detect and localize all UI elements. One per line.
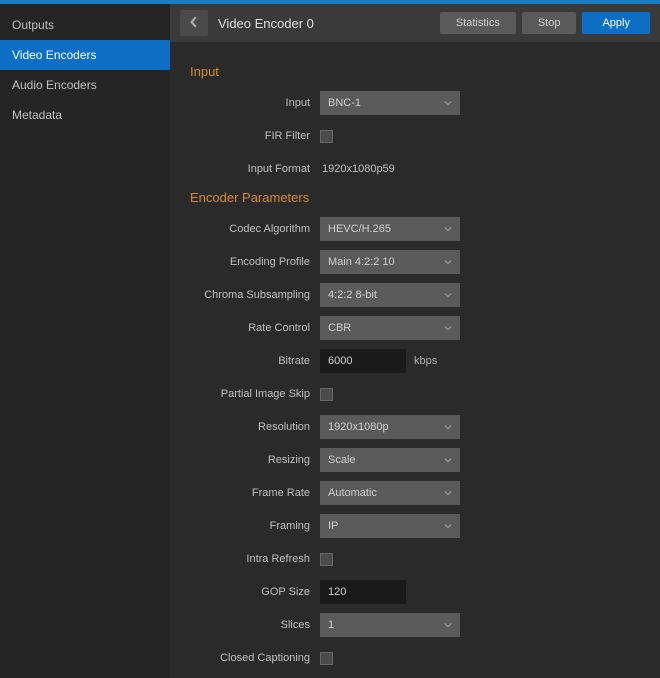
back-button[interactable]: [180, 10, 208, 36]
stop-button[interactable]: Stop: [522, 12, 577, 34]
resize-select[interactable]: Scale: [320, 448, 460, 472]
caret-down-icon: [444, 423, 452, 431]
caret-down-icon: [444, 621, 452, 629]
rate-value: CBR: [328, 322, 436, 334]
slices-label: Slices: [190, 619, 320, 631]
fir-checkbox[interactable]: [320, 130, 333, 143]
fir-label: FIR Filter: [190, 130, 320, 142]
format-value: 1920x1080p59: [320, 163, 395, 175]
sidebar-item-audio-encoders[interactable]: Audio Encoders: [0, 70, 170, 100]
sidebar-item-outputs[interactable]: Outputs: [0, 10, 170, 40]
bitrate-unit: kbps: [414, 355, 437, 367]
codec-value: HEVC/H.265: [328, 223, 436, 235]
caret-down-icon: [444, 225, 452, 233]
res-value: 1920x1080p: [328, 421, 436, 433]
skip-checkbox[interactable]: [320, 388, 333, 401]
section-input-title: Input: [190, 64, 640, 79]
fps-value: Automatic: [328, 487, 436, 499]
fps-label: Frame Rate: [190, 487, 320, 499]
intra-label: Intra Refresh: [190, 553, 320, 565]
bitrate-input[interactable]: [320, 349, 406, 373]
chevron-left-icon: [188, 16, 200, 31]
fps-select[interactable]: Automatic: [320, 481, 460, 505]
resize-value: Scale: [328, 454, 436, 466]
caret-down-icon: [444, 258, 452, 266]
page-title: Video Encoder 0: [218, 16, 430, 31]
apply-button[interactable]: Apply: [582, 12, 650, 34]
sidebar-item-video-encoders[interactable]: Video Encoders: [0, 40, 170, 70]
caret-down-icon: [444, 456, 452, 464]
gop-label: GOP Size: [190, 586, 320, 598]
chroma-select[interactable]: 4:2:2 8-bit: [320, 283, 460, 307]
codec-label: Codec Algorithm: [190, 223, 320, 235]
chroma-label: Chroma Subsampling: [190, 289, 320, 301]
res-label: Resolution: [190, 421, 320, 433]
framing-value: IP: [328, 520, 436, 532]
main-panel: Video Encoder 0 Statistics Stop Apply In…: [170, 4, 660, 678]
profile-value: Main 4:2:2 10: [328, 256, 436, 268]
caret-down-icon: [444, 324, 452, 332]
resize-label: Resizing: [190, 454, 320, 466]
slices-select[interactable]: 1: [320, 613, 460, 637]
framing-label: Framing: [190, 520, 320, 532]
intra-checkbox[interactable]: [320, 553, 333, 566]
rate-select[interactable]: CBR: [320, 316, 460, 340]
input-select[interactable]: BNC-1: [320, 91, 460, 115]
content-area: Input Input BNC-1 FIR Filter Input Forma…: [170, 42, 660, 678]
input-select-value: BNC-1: [328, 97, 436, 109]
codec-select[interactable]: HEVC/H.265: [320, 217, 460, 241]
sidebar: Outputs Video Encoders Audio Encoders Me…: [0, 4, 170, 678]
caret-down-icon: [444, 291, 452, 299]
cc-label: Closed Captioning: [190, 652, 320, 664]
format-label: Input Format: [190, 163, 320, 175]
statistics-button[interactable]: Statistics: [440, 12, 516, 34]
chroma-value: 4:2:2 8-bit: [328, 289, 436, 301]
profile-label: Encoding Profile: [190, 256, 320, 268]
header-bar: Video Encoder 0 Statistics Stop Apply: [170, 4, 660, 42]
section-encoder-title: Encoder Parameters: [190, 190, 640, 205]
resolution-select[interactable]: 1920x1080p: [320, 415, 460, 439]
cc-checkbox[interactable]: [320, 652, 333, 665]
bitrate-label: Bitrate: [190, 355, 320, 367]
sidebar-item-metadata[interactable]: Metadata: [0, 100, 170, 130]
caret-down-icon: [444, 489, 452, 497]
caret-down-icon: [444, 99, 452, 107]
profile-select[interactable]: Main 4:2:2 10: [320, 250, 460, 274]
skip-label: Partial Image Skip: [190, 388, 320, 400]
gop-input[interactable]: [320, 580, 406, 604]
framing-select[interactable]: IP: [320, 514, 460, 538]
caret-down-icon: [444, 522, 452, 530]
input-label: Input: [190, 97, 320, 109]
rate-label: Rate Control: [190, 322, 320, 334]
slices-value: 1: [328, 619, 436, 631]
